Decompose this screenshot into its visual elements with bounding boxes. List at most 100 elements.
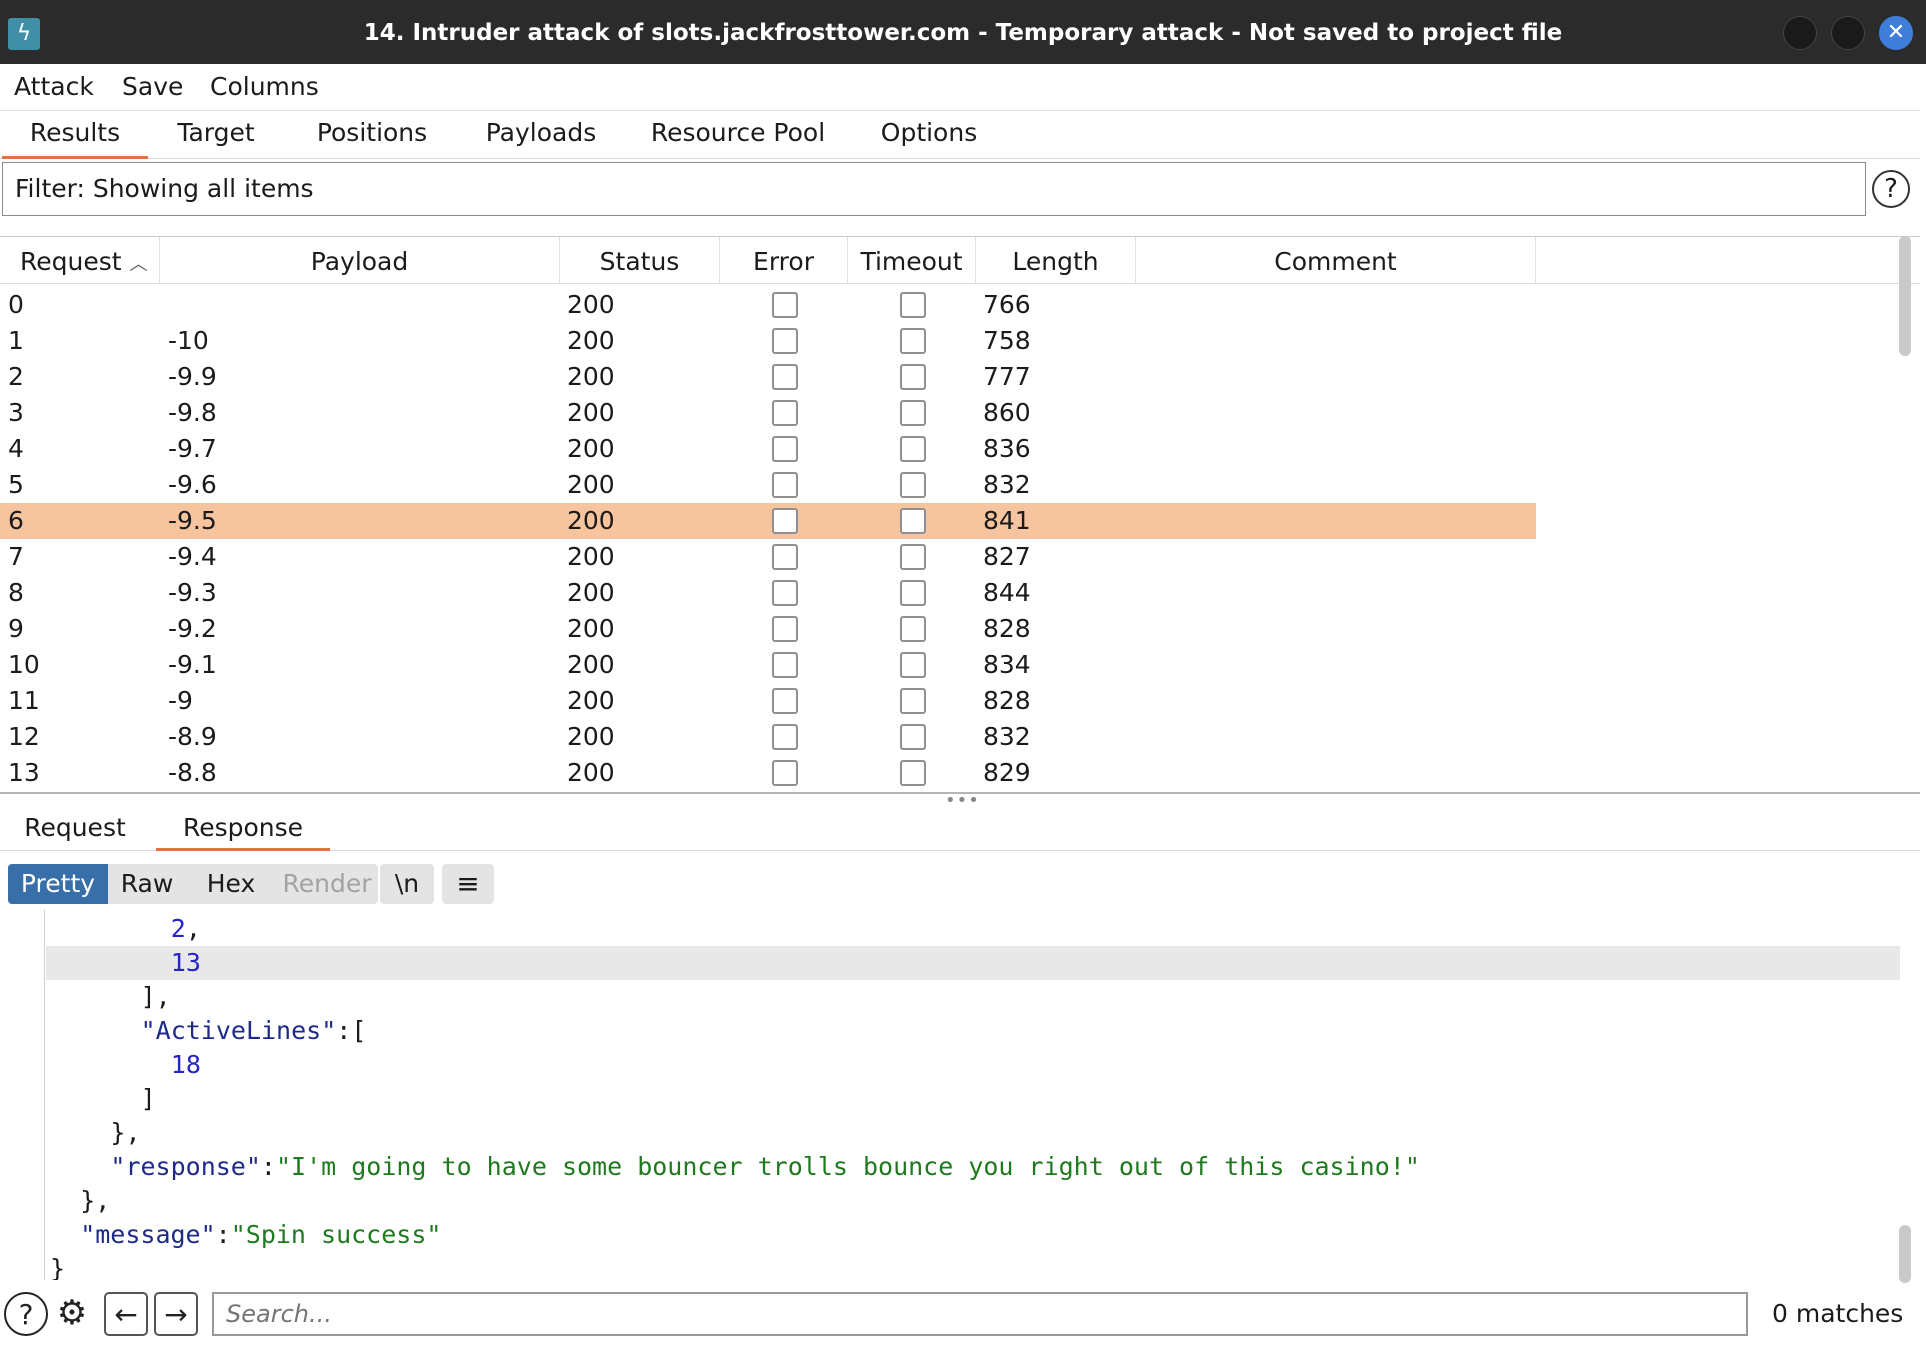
error-checkbox[interactable] [772, 328, 798, 354]
table-row[interactable]: 1 -10 200 758 [0, 323, 1536, 359]
table-row[interactable]: 7 -9.4 200 827 [0, 539, 1536, 575]
error-checkbox[interactable] [772, 544, 798, 570]
view-pretty-button[interactable]: Pretty [8, 864, 108, 904]
json-key-token: "ActiveLines" [140, 1016, 337, 1045]
error-checkbox[interactable] [772, 652, 798, 678]
timeout-checkbox[interactable] [900, 724, 926, 750]
tab-target[interactable]: Target [168, 110, 264, 156]
timeout-checkbox[interactable] [900, 292, 926, 318]
table-row[interactable]: 0 200 766 [0, 287, 1536, 323]
cell-status: 200 [567, 326, 615, 355]
json-punc-token: :[ [336, 1016, 367, 1045]
table-row[interactable]: 8 -9.3 200 844 [0, 575, 1536, 611]
cell-request: 11 [8, 686, 40, 715]
timeout-checkbox[interactable] [900, 652, 926, 678]
error-checkbox[interactable] [772, 292, 798, 318]
tab-request[interactable]: Request [10, 800, 140, 848]
table-row[interactable]: 4 -9.7 200 836 [0, 431, 1536, 467]
error-checkbox[interactable] [772, 364, 798, 390]
timeout-checkbox[interactable] [900, 400, 926, 426]
tab-positions[interactable]: Positions [308, 110, 436, 156]
cell-length: 828 [983, 686, 1031, 715]
cell-payload: -9 [168, 686, 193, 715]
cell-payload: -9.8 [168, 398, 217, 427]
close-button[interactable]: ✕ [1879, 16, 1913, 50]
timeout-checkbox[interactable] [900, 544, 926, 570]
view-raw-button[interactable]: Raw [108, 864, 186, 904]
arrow-left-icon[interactable]: ← [104, 1292, 148, 1336]
tab-options[interactable]: Options [874, 110, 984, 156]
table-row[interactable]: 10 -9.1 200 834 [0, 647, 1536, 683]
column-header-comment[interactable]: Comment [1136, 237, 1536, 283]
table-scrollbar[interactable] [1899, 236, 1911, 356]
view-render-button[interactable]: Render [276, 864, 378, 904]
table-row[interactable]: 2 -9.9 200 777 [0, 359, 1536, 395]
filter-bar[interactable]: Filter: Showing all items [2, 162, 1866, 216]
cell-status: 200 [567, 398, 615, 427]
timeout-checkbox[interactable] [900, 436, 926, 462]
tab-resource-pool[interactable]: Resource Pool [650, 110, 826, 156]
table-row[interactable]: 13 -8.8 200 829 [0, 755, 1536, 791]
window-title: 14. Intruder attack of slots.jackfrostto… [363, 20, 1563, 46]
maximize-button[interactable] [1831, 16, 1865, 50]
tab-results[interactable]: Results [2, 110, 148, 159]
cell-payload: -10 [168, 326, 209, 355]
menu-columns[interactable]: Columns [210, 64, 319, 110]
view-hex-button[interactable]: Hex [186, 864, 276, 904]
timeout-checkbox[interactable] [900, 364, 926, 390]
response-editor[interactable]: 2, 13], "ActiveLines":[18]}, "response":"I'… [0, 910, 1900, 1280]
table-row[interactable]: 5 -9.6 200 832 [0, 467, 1536, 503]
json-num-token: 13 [170, 948, 201, 977]
cell-status: 200 [567, 722, 615, 751]
error-checkbox[interactable] [772, 436, 798, 462]
error-checkbox[interactable] [772, 760, 798, 786]
cell-length: 777 [983, 362, 1031, 391]
hamburger-icon[interactable]: ≡ [442, 864, 494, 904]
timeout-checkbox[interactable] [900, 580, 926, 606]
column-header-payload[interactable]: Payload [160, 237, 560, 283]
menu-attack[interactable]: Attack [14, 64, 94, 110]
timeout-checkbox[interactable] [900, 688, 926, 714]
error-checkbox[interactable] [772, 688, 798, 714]
column-header-label: Request [20, 247, 122, 276]
error-checkbox[interactable] [772, 508, 798, 534]
menu-save[interactable]: Save [122, 64, 183, 110]
error-checkbox[interactable] [772, 724, 798, 750]
error-checkbox[interactable] [772, 616, 798, 642]
help-icon[interactable]: ? [4, 1292, 48, 1336]
column-header-request[interactable]: Request ︿ [0, 237, 160, 283]
cell-length: 860 [983, 398, 1031, 427]
timeout-checkbox[interactable] [900, 616, 926, 642]
timeout-checkbox[interactable] [900, 472, 926, 498]
cell-payload: -9.4 [168, 542, 217, 571]
gear-icon[interactable]: ⚙ [50, 1292, 94, 1336]
error-checkbox[interactable] [772, 580, 798, 606]
error-checkbox[interactable] [772, 400, 798, 426]
tab-response[interactable]: Response [156, 800, 330, 851]
cell-length: 832 [983, 722, 1031, 751]
timeout-checkbox[interactable] [900, 508, 926, 534]
table-row[interactable]: 6 -9.5 200 841 [0, 503, 1536, 539]
table-row[interactable]: 12 -8.9 200 832 [0, 719, 1536, 755]
timeout-checkbox[interactable] [900, 328, 926, 354]
cell-length: 836 [983, 434, 1031, 463]
column-header-status[interactable]: Status [560, 237, 720, 283]
search-input[interactable] [212, 1292, 1748, 1336]
help-icon[interactable]: ? [1872, 170, 1910, 208]
tab-payloads[interactable]: Payloads [476, 110, 606, 156]
column-header-timeout[interactable]: Timeout [848, 237, 976, 283]
table-row[interactable]: 9 -9.2 200 828 [0, 611, 1536, 647]
cell-status: 200 [567, 470, 615, 499]
json-punc-token: } [50, 1254, 66, 1280]
minimize-button[interactable] [1783, 16, 1817, 50]
newline-toggle-button[interactable]: \n [380, 864, 434, 904]
editor-scrollbar[interactable] [1899, 1225, 1911, 1283]
cell-length: 828 [983, 614, 1031, 643]
table-row[interactable]: 3 -9.8 200 860 [0, 395, 1536, 431]
error-checkbox[interactable] [772, 472, 798, 498]
arrow-right-icon[interactable]: → [154, 1292, 198, 1336]
timeout-checkbox[interactable] [900, 760, 926, 786]
column-header-error[interactable]: Error [720, 237, 848, 283]
column-header-length[interactable]: Length [976, 237, 1136, 283]
table-row[interactable]: 11 -9 200 828 [0, 683, 1536, 719]
